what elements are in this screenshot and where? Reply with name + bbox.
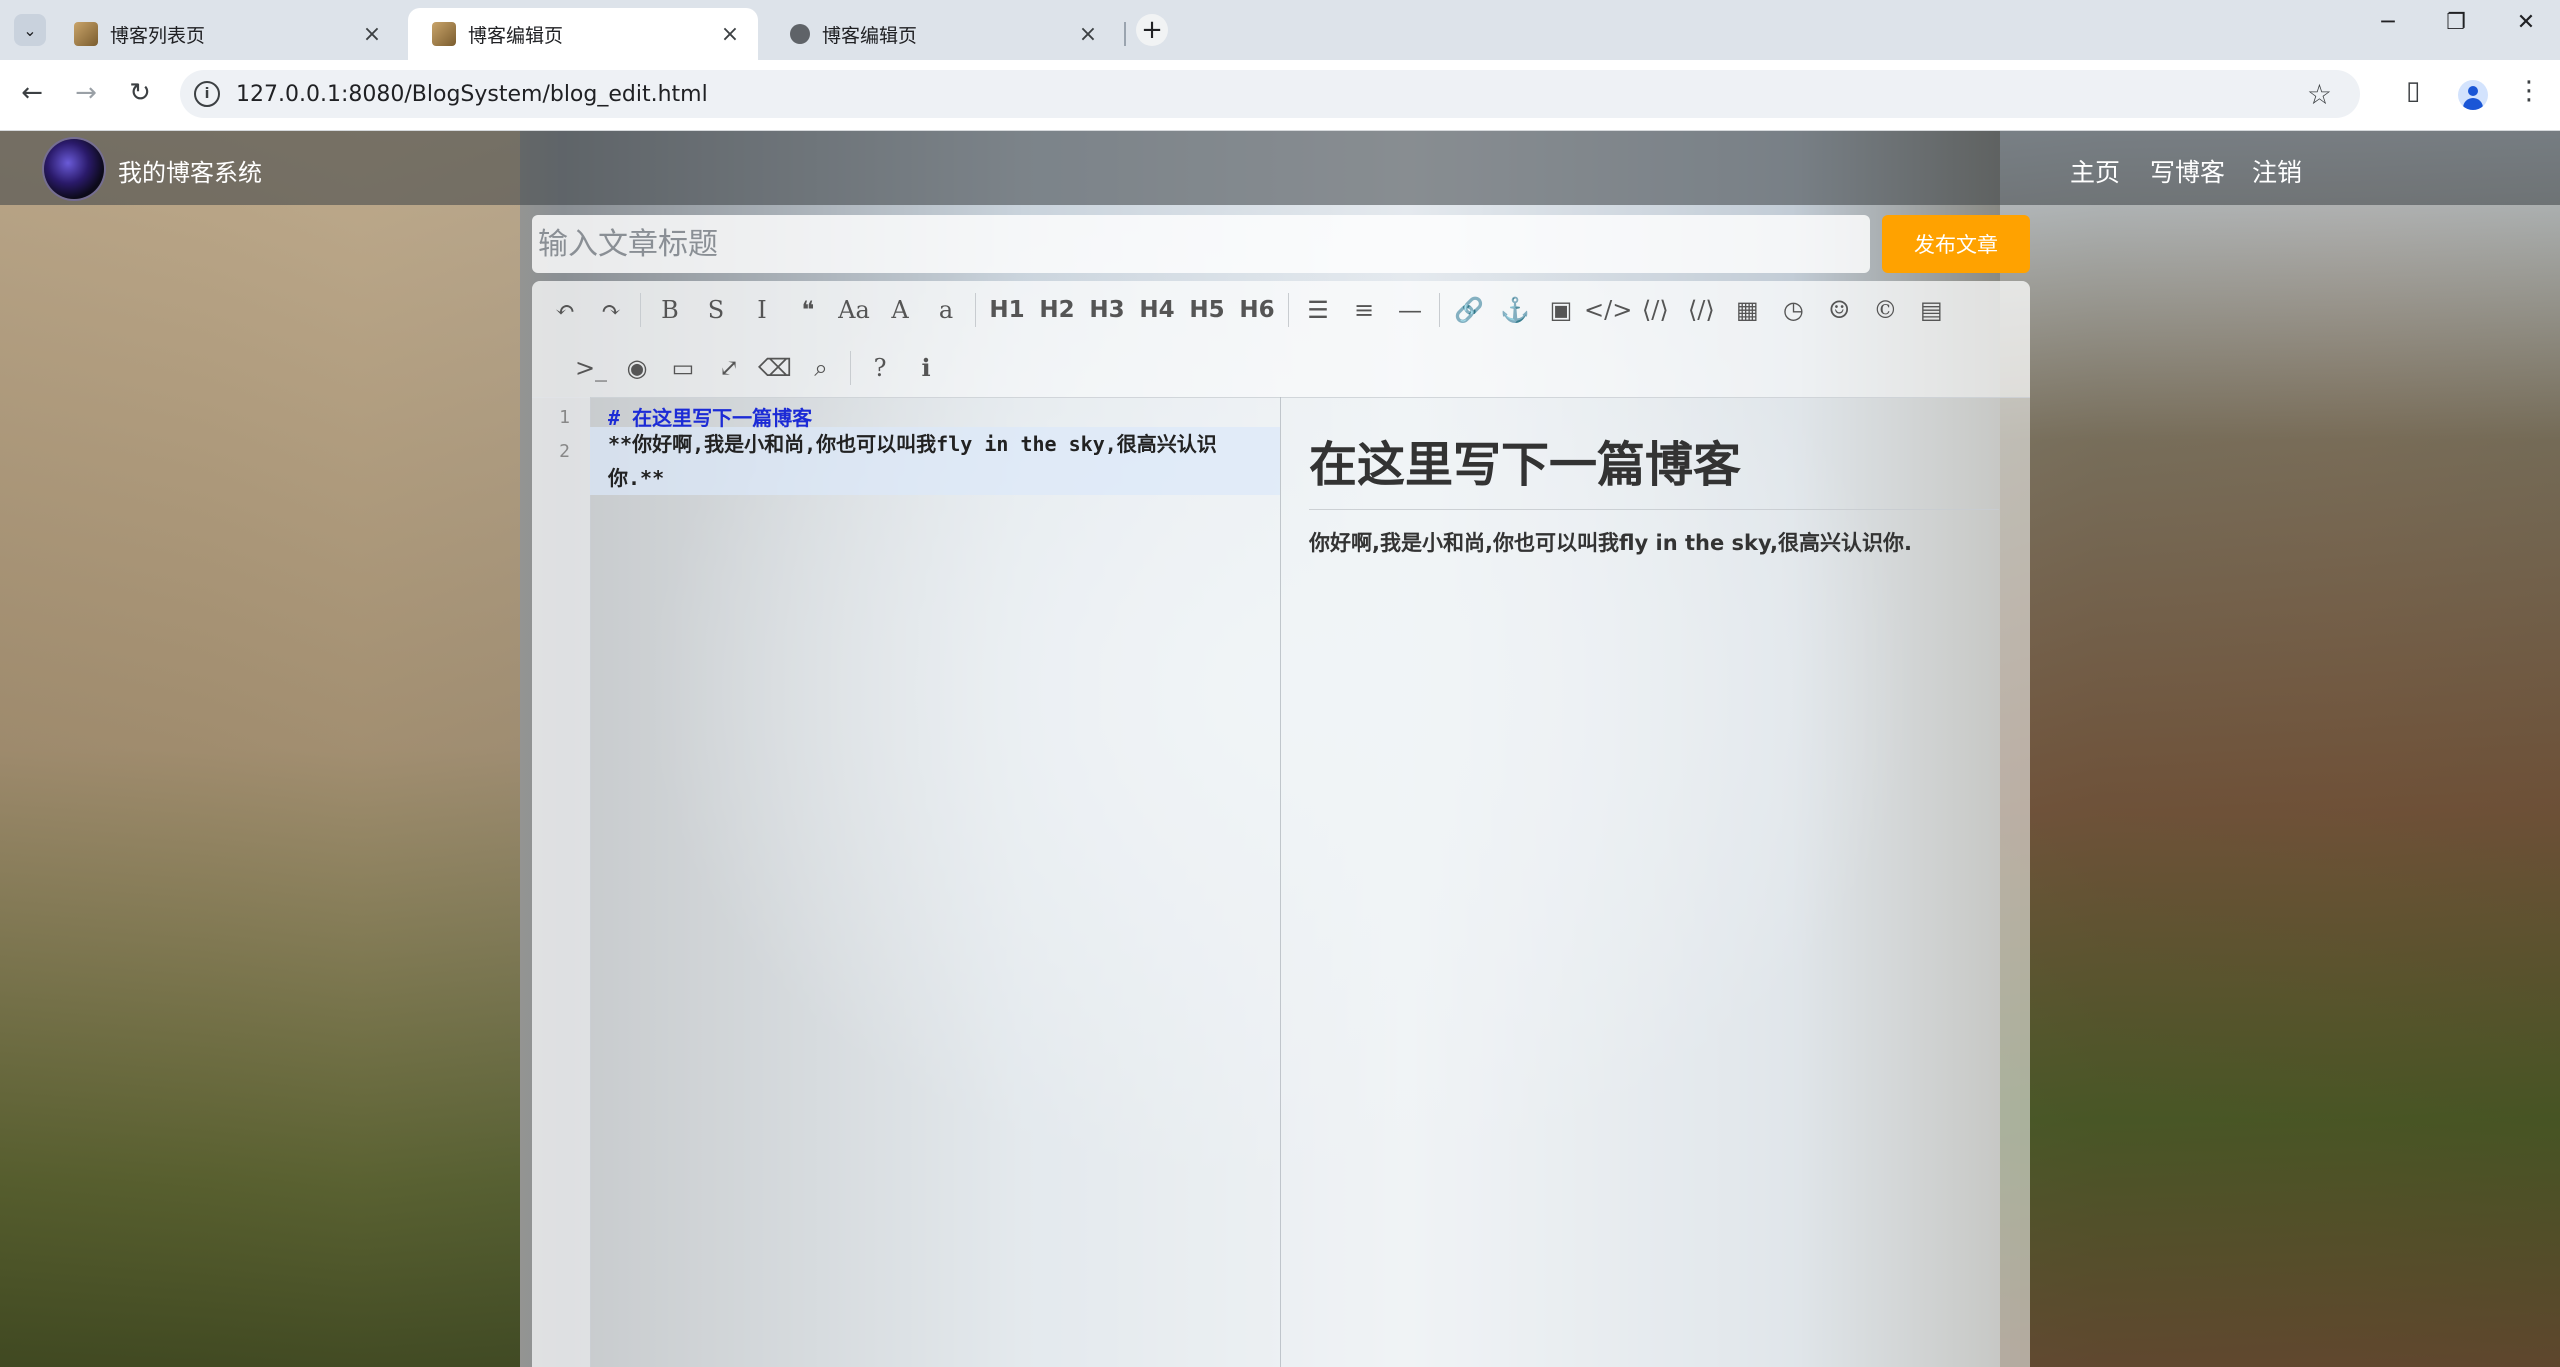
search-icon[interactable]: ⌕ [798,348,844,388]
code-block-icon[interactable]: ⟨/⟩ [1632,290,1678,330]
lowercase-icon[interactable]: a [923,290,969,330]
toolbar-separator [640,293,641,327]
emoji-icon[interactable]: ☺ [1816,290,1862,330]
tab-blog-edit[interactable]: 博客编辑页 × [766,8,1116,60]
blog-favicon-icon [432,22,456,46]
tab-title: 博客编辑页 [822,24,918,47]
fullscreen-icon[interactable]: ⤢ [706,348,752,388]
article-title-input[interactable] [532,215,1870,273]
tab-close-icon[interactable]: × [358,22,386,47]
help-icon[interactable]: ? [857,348,903,388]
anchor-icon[interactable]: ⚓ [1492,290,1538,330]
tab-blog-edit-active[interactable]: 博客编辑页 × [408,8,758,60]
window-close-button[interactable]: ✕ [2506,10,2546,35]
toolbar-row-1: ↶ ↷ B S I ❝ Aa Aa H1 H2 H3 H4 H5 H6 ☰ ≡ — 🔗 ⚓ ▣ </> ⟨/⟩ ⟨/⟩ ▦ ◷ ☺… [542,281,1954,339]
url-text[interactable]: 127.0.0.1:8080/BlogSystem/blog_edit.html [236,82,708,107]
tab-close-icon[interactable]: × [716,22,744,47]
tab-close-icon[interactable]: × [1074,22,1102,47]
uppercase-icon[interactable]: Aa [831,290,877,330]
h2-button[interactable]: H2 [1032,290,1082,330]
code-line[interactable]: **你好啊,我是小和尚,你也可以叫我fly in the sky,很高兴认识你.… [608,427,1248,495]
image-icon[interactable]: ▣ [1538,290,1584,330]
strikethrough-icon[interactable]: S [693,290,739,330]
side-panel-icon[interactable]: ▯ [2406,76,2420,106]
reload-button[interactable]: ↻ [122,78,158,108]
preview-paragraph: 你好啊,我是小和尚,你也可以叫我fly in the sky,很高兴认识你. [1309,531,1912,555]
preview-heading: 在这里写下一篇博客 [1309,425,1999,510]
tab-strip: ⌄ 博客列表页 × 博客编辑页 × 博客编辑页 × + ─ ❐ ✕ [0,0,2560,60]
profile-body-shape [2463,98,2483,110]
inline-code-icon[interactable]: </> [1584,290,1632,330]
bookmark-star-icon[interactable]: ☆ [2307,78,2332,111]
redo-icon[interactable]: ↷ [588,290,634,330]
h6-button[interactable]: H6 [1232,290,1282,330]
site-info-icon[interactable]: i [194,81,220,107]
page-background: 我的博客系统 主页 写博客 注销 发布文章 ↶↷BSI❝AaAaH1H2H3H4… [0,131,2560,1367]
back-button[interactable]: ← [14,78,50,108]
profile-avatar[interactable] [2458,80,2488,110]
tab-search-button[interactable]: ⌄ [14,14,46,46]
table-icon[interactable]: ▦ [1724,290,1770,330]
nav-link-logout[interactable]: 注销 [2252,153,2302,189]
tab-title: 博客编辑页 [468,24,564,47]
watch-preview-icon[interactable]: ◉ [614,348,660,388]
unordered-list-icon[interactable]: ☰ [1295,290,1341,330]
toolbar-row-2: >_ ◉ ▭ ⤢ ⌫ ⌕? ℹ [568,339,949,397]
new-tab-button[interactable]: + [1136,14,1168,46]
line-number-gutter: 1 2 [532,397,591,1367]
terminal-icon[interactable]: >_ [568,348,614,388]
markdown-source-pane[interactable]: 1 2 # 在这里写下一篇博客 **你好啊,我是小和尚,你也可以叫我fly in… [532,397,1281,1367]
nav-link-write-blog[interactable]: 写博客 [2150,153,2225,189]
restore-button[interactable]: ❐ [2436,10,2476,35]
profile-head-shape [2468,86,2478,96]
info-icon[interactable]: ℹ [903,348,949,388]
editor-toolbar: ↶ ↷ B S I ❝ Aa Aa H1 H2 H3 H4 H5 H6 ☰ ≡ — 🔗 ⚓ ▣ </> ⟨/⟩ ⟨/⟩ ▦ ◷ ☺… [532,281,2030,398]
italic-icon[interactable]: I [739,290,785,330]
h5-button[interactable]: H5 [1182,290,1232,330]
nav-link-home[interactable]: 主页 [2070,153,2120,189]
tab-divider [1124,22,1126,46]
browser-toolbar: ← → ↻ i 127.0.0.1:8080/BlogSystem/blog_e… [0,60,2560,131]
address-bar[interactable]: i 127.0.0.1:8080/BlogSystem/blog_edit.ht… [180,70,2360,118]
preview-icon[interactable]: ▭ [660,348,706,388]
blog-favicon-icon [74,22,98,46]
line-number: 2 [559,441,570,462]
horizontal-rule-icon[interactable]: — [1387,290,1433,330]
tab-blog-list[interactable]: 博客列表页 × [50,8,400,60]
bold-icon[interactable]: B [647,290,693,330]
uppercase-first-icon[interactable]: A [877,290,923,330]
link-icon[interactable]: 🔗 [1446,290,1492,330]
browser-menu-icon[interactable]: ⋮ [2516,76,2542,106]
toolbar-separator [975,293,976,327]
undo-icon[interactable]: ↶ [542,290,588,330]
line-number: 1 [559,407,570,428]
h3-button[interactable]: H3 [1082,290,1132,330]
pagebreak-icon[interactable]: ▤ [1908,290,1954,330]
markdown-preview-pane: 在这里写下一篇博客 你好啊,我是小和尚,你也可以叫我fly in the sky… [1281,397,2030,1367]
site-navbar: 我的博客系统 主页 写博客 注销 [0,131,2560,205]
ordered-list-icon[interactable]: ≡ [1341,290,1387,330]
clear-icon[interactable]: ⌫ [752,348,798,388]
forward-button[interactable]: → [68,78,104,108]
toolbar-separator [850,351,851,385]
quote-icon[interactable]: ❝ [785,290,831,330]
html-entities-icon[interactable]: © [1862,290,1908,330]
code-block-icon[interactable]: ⟨/⟩ [1678,290,1724,330]
h1-button[interactable]: H1 [982,290,1032,330]
markdown-editor: ↶ ↷ B S I ❝ Aa Aa H1 H2 H3 H4 H5 H6 ☰ ≡ — 🔗 ⚓ ▣ </> ⟨/⟩ ⟨/⟩ ▦ ◷ ☺… [532,281,2030,1367]
minimize-button[interactable]: ─ [2368,10,2408,35]
h4-button[interactable]: H4 [1132,290,1182,330]
globe-icon [790,24,810,44]
site-title: 我的博客系统 [118,159,262,187]
datetime-icon[interactable]: ◷ [1770,290,1816,330]
toolbar-separator [1288,293,1289,327]
toolbar-separator [1439,293,1440,327]
tab-title: 博客列表页 [110,24,206,47]
site-logo [44,139,104,199]
publish-button[interactable]: 发布文章 [1882,215,2030,273]
